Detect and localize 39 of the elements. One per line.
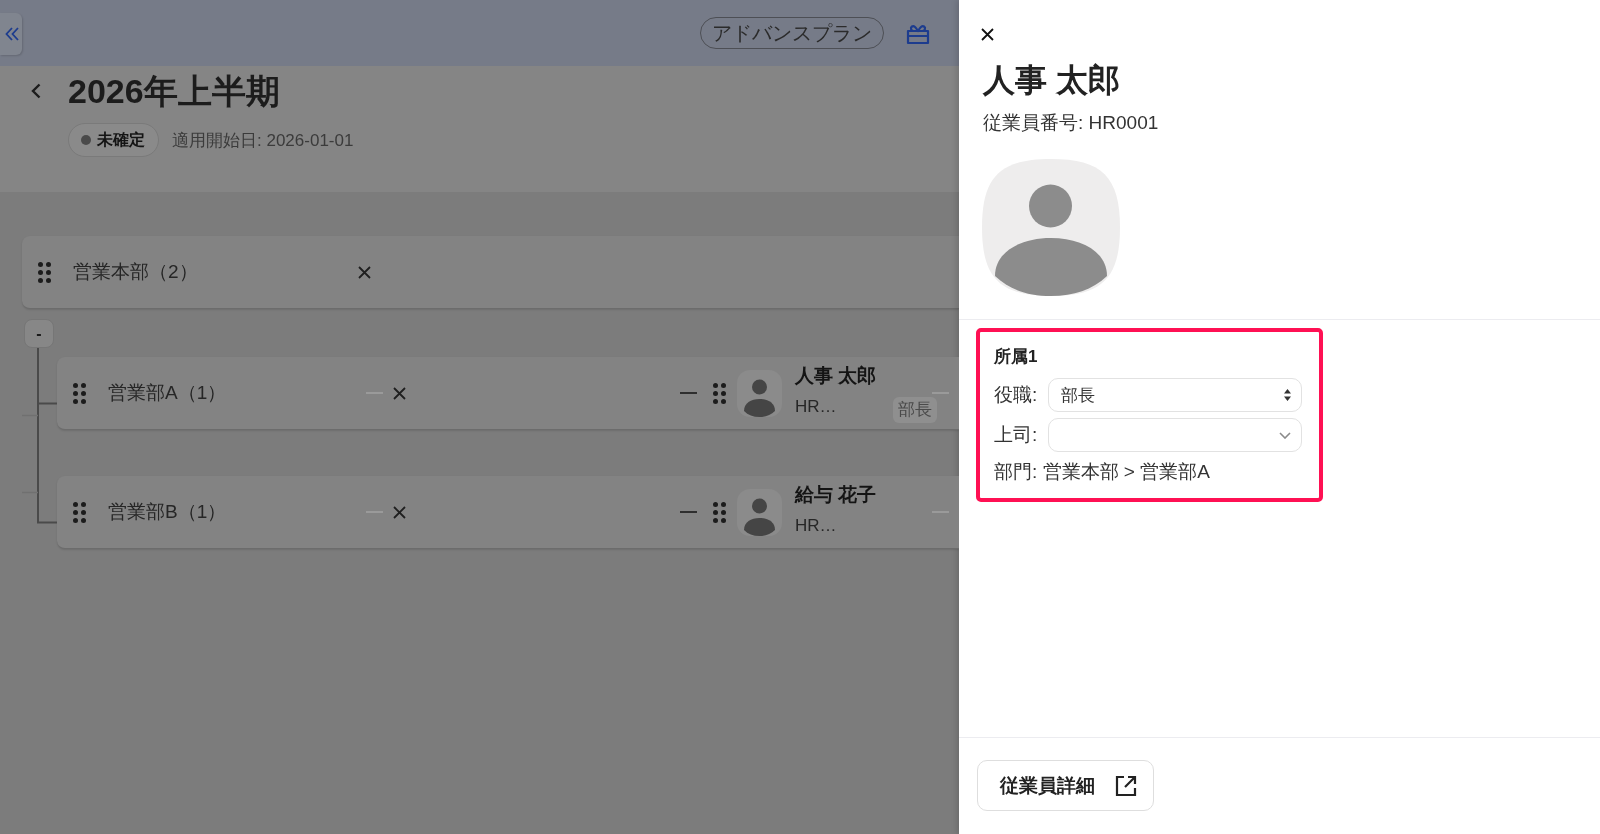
drag-handle-icon[interactable] (713, 501, 726, 523)
up-down-arrows-icon (1284, 389, 1291, 401)
department-label: 営業部B（1） (108, 500, 228, 524)
status-label: 未確定 (97, 129, 145, 150)
external-link-icon (1115, 774, 1137, 797)
collapse-tab[interactable] (0, 13, 22, 55)
drag-handle-icon[interactable] (73, 382, 86, 404)
field-label: 役職: (994, 383, 1038, 407)
person-avatar-icon (737, 488, 782, 536)
dropdown-field[interactable] (1048, 418, 1302, 452)
chevron-down-icon (1279, 431, 1291, 439)
employee-name: 人事 太郎 (795, 363, 878, 388)
status-dot-icon (81, 135, 91, 145)
select-field[interactable]: 部長 (1048, 378, 1302, 412)
department-label: 営業本部（2） (73, 260, 199, 284)
page-title: 2026年上半期 (68, 71, 280, 111)
employee-name: 給与 花子 (795, 482, 878, 507)
person-avatar-icon (737, 369, 782, 417)
drag-handle-icon[interactable] (38, 261, 51, 283)
employee-detail-button[interactable]: 従業員詳細 (977, 760, 1154, 811)
collapse-toggle[interactable]: - (24, 319, 54, 348)
employee-code: HR… (795, 395, 838, 418)
person-avatar-icon (982, 159, 1120, 296)
start-date: 適用開始日: 2026-01-01 (172, 129, 354, 152)
department-label: 営業部A（1） (108, 381, 228, 405)
drag-handle-icon[interactable] (713, 382, 726, 404)
drawer-title: 人事 太郎 (983, 61, 1121, 100)
employee-number: 従業員番号: HR0001 (983, 111, 1160, 135)
chevron-left-icon[interactable] (31, 83, 41, 99)
section-title: 所属1 (994, 346, 1039, 368)
employee-code: HR… (795, 514, 838, 537)
field-label: 上司: (994, 423, 1038, 447)
connector-line (680, 511, 697, 513)
department-path: 部門: 営業本部 > 営業部A (994, 460, 1211, 484)
close-icon[interactable] (981, 28, 994, 41)
connector-line (680, 392, 697, 394)
double-chevron-left-icon (5, 27, 19, 41)
drag-handle-icon[interactable] (73, 501, 86, 523)
position-badge: 部長 (893, 396, 937, 423)
